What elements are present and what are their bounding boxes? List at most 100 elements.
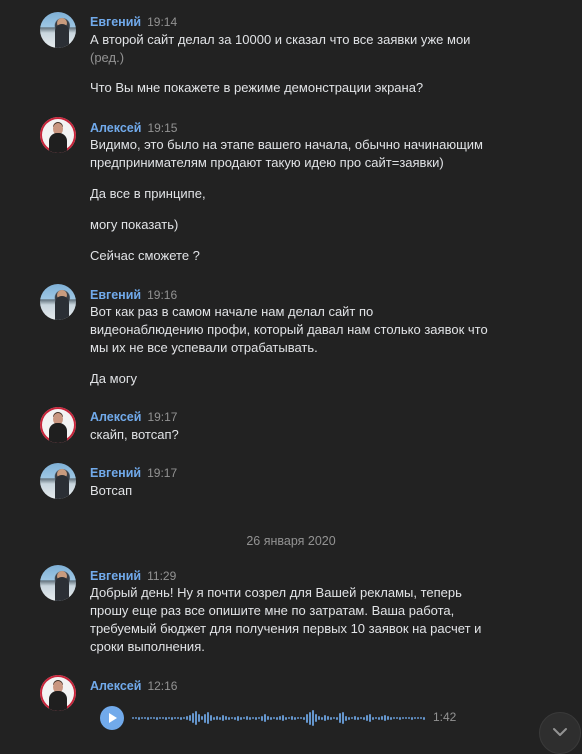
waveform-bar <box>351 717 353 719</box>
avatar-evgeniy[interactable] <box>40 565 76 601</box>
waveform-bar <box>345 715 347 721</box>
waveform-bar <box>420 717 422 719</box>
message-text: Добрый день! Ну я почти созрел для Вашей… <box>90 585 462 600</box>
message-time[interactable]: 19:17 <box>147 410 177 424</box>
waveform-bar <box>366 715 368 721</box>
waveform-bar <box>417 717 419 719</box>
message-time[interactable]: 19:15 <box>147 121 177 135</box>
message-text: Да все в принципе, <box>90 186 206 201</box>
waveform-bar <box>312 710 314 726</box>
waveform-bar <box>141 717 143 719</box>
waveform-bar <box>285 716 287 720</box>
waveform-bar <box>192 713 194 723</box>
waveform-bar <box>333 717 335 719</box>
waveform-bar <box>330 716 332 720</box>
waveform-bar <box>315 714 317 722</box>
date-separator: 26 января 2020 <box>246 534 336 548</box>
message-text: требуемый бюджет для получения первых 10… <box>90 621 482 636</box>
waveform-bar <box>279 716 281 720</box>
waveform-bar <box>348 716 350 720</box>
waveform-bar <box>375 717 377 719</box>
waveform-bar <box>168 717 170 719</box>
waveform-bar <box>216 716 218 720</box>
message-text: Видимо, это было на этапе вашего начала,… <box>90 137 483 152</box>
author-name[interactable]: Евгений <box>90 466 141 480</box>
waveform-bar <box>399 716 401 720</box>
author-name[interactable]: Евгений <box>90 15 141 29</box>
author-name[interactable]: Евгений <box>90 569 141 583</box>
waveform-bar <box>327 716 329 720</box>
waveform-bar <box>282 715 284 721</box>
waveform-bar <box>423 716 425 720</box>
waveform-bar <box>252 717 254 719</box>
message-header: Алексей 12:16 <box>90 678 177 693</box>
message-time[interactable]: 19:14 <box>147 15 177 29</box>
waveform-bar <box>324 715 326 721</box>
message-text: предпринимателям продают такую идею про … <box>90 155 444 170</box>
message-time[interactable]: 19:16 <box>147 288 177 302</box>
waveform-bar <box>408 717 410 719</box>
avatar-evgeniy[interactable] <box>40 284 76 320</box>
message-text: Да могу <box>90 371 138 386</box>
waveform-bar <box>354 716 356 720</box>
message-text: сроки выполнения. <box>90 639 205 654</box>
waveform-bar <box>255 716 257 720</box>
waveform-bar <box>156 716 158 720</box>
waveform-bar <box>249 716 251 720</box>
author-name[interactable]: Алексей <box>90 679 141 693</box>
message-text: скайп, вотсап? <box>90 427 179 442</box>
voice-waveform[interactable] <box>132 706 426 730</box>
waveform-bar <box>201 716 203 720</box>
waveform-bar <box>234 716 236 720</box>
waveform-bar <box>339 713 341 723</box>
waveform-bar <box>303 716 305 720</box>
waveform-bar <box>402 717 404 719</box>
avatar-evgeniy[interactable] <box>40 463 76 499</box>
waveform-bar <box>411 716 413 720</box>
waveform-bar <box>162 717 164 719</box>
avatar-aleksey[interactable] <box>40 407 76 443</box>
voice-message: 1:42 <box>100 706 480 730</box>
avatar-aleksey[interactable] <box>40 675 76 711</box>
waveform-bar <box>177 717 179 719</box>
waveform-bar <box>150 717 152 719</box>
message-text: прошу еще раз все опишите мне по затрата… <box>90 603 455 618</box>
message-text: мы их не все успевали отрабатывать. <box>90 340 318 355</box>
chat-history: Евгений 19:14 А второй сайт делал за 1000… <box>0 0 582 754</box>
waveform-bar <box>390 716 392 720</box>
waveform-bar <box>267 716 269 720</box>
waveform-bar <box>342 712 344 724</box>
avatar-aleksey[interactable] <box>40 117 76 153</box>
waveform-bar <box>318 716 320 720</box>
waveform-bar <box>174 717 176 719</box>
waveform-bar <box>204 713 206 723</box>
waveform-bar <box>414 717 416 719</box>
message-time[interactable]: 11:29 <box>147 569 176 583</box>
waveform-bar <box>387 716 389 720</box>
author-name[interactable]: Алексей <box>90 410 141 424</box>
waveform-bar <box>369 714 371 722</box>
avatar-evgeniy[interactable] <box>40 12 76 48</box>
message-text: видеонаблюдению профи, который давал нам… <box>90 322 488 337</box>
waveform-bar <box>240 716 242 720</box>
waveform-bar <box>219 716 221 720</box>
waveform-bar <box>213 716 215 720</box>
waveform-bar <box>153 717 155 719</box>
waveform-bar <box>360 717 362 719</box>
message-time[interactable]: 12:16 <box>147 679 177 693</box>
message-time[interactable]: 19:17 <box>147 466 177 480</box>
message-header: Евгений 19:17 <box>90 465 177 480</box>
message-text: Сейчас сможете ? <box>90 248 200 263</box>
waveform-bar <box>297 717 299 719</box>
play-icon[interactable] <box>100 706 124 730</box>
waveform-bar <box>144 717 146 719</box>
waveform-bar <box>132 717 134 719</box>
author-name[interactable]: Алексей <box>90 121 141 135</box>
waveform-bar <box>195 711 197 725</box>
waveform-bar <box>270 716 272 720</box>
waveform-bar <box>180 716 182 720</box>
waveform-bar <box>246 716 248 720</box>
author-name[interactable]: Евгений <box>90 288 141 302</box>
waveform-bar <box>363 716 365 720</box>
scroll-down-button[interactable] <box>539 712 581 754</box>
